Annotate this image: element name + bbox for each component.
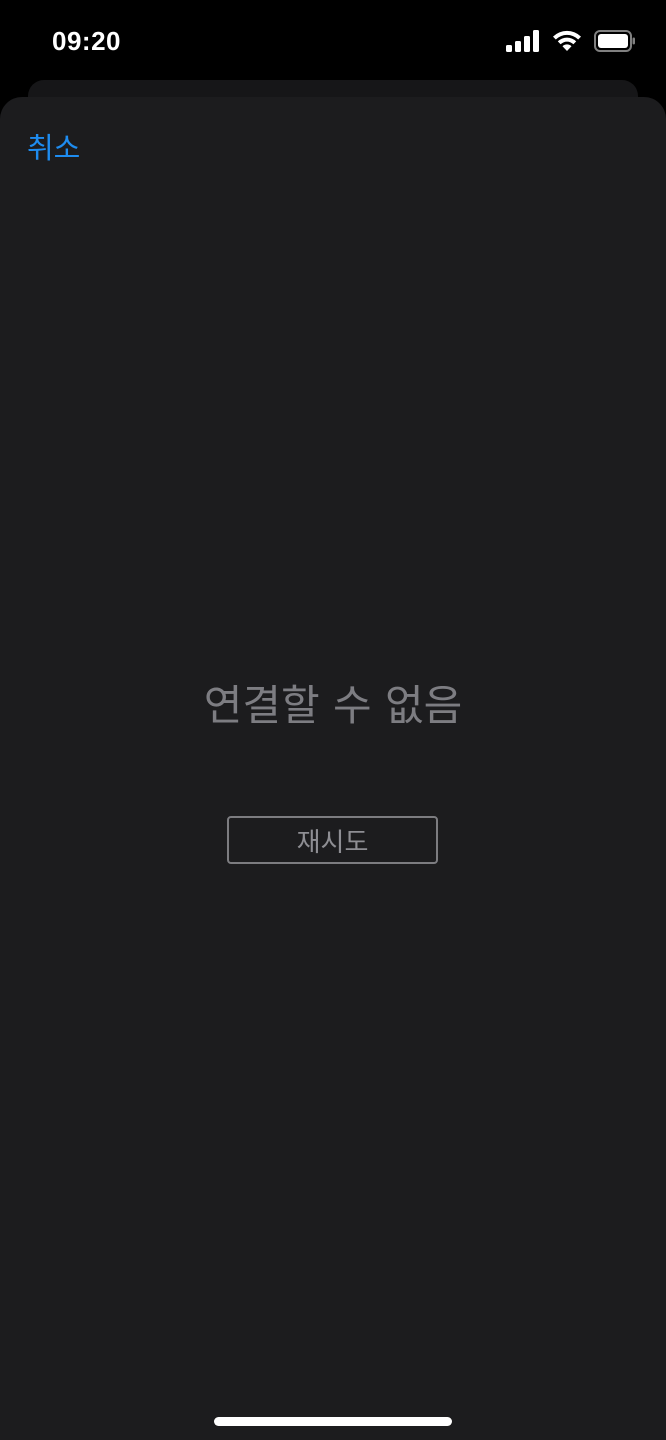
battery-icon [594,30,636,56]
status-bar: 09:20 [0,0,666,84]
cellular-signal-icon [506,30,540,56]
screen: 09:20 취소 연결할 수 없음 재시도 [0,0,666,1440]
home-indicator [214,1417,452,1426]
status-time: 09:20 [52,26,121,56]
status-icons [506,30,636,56]
wifi-icon [552,30,582,56]
connection-error-message: 연결할 수 없음 [203,681,463,730]
cancel-button[interactable]: 취소 [27,125,80,167]
retry-button[interactable]: 재시도 [227,816,438,864]
modal-sheet: 취소 연결할 수 없음 재시도 [0,97,666,1440]
